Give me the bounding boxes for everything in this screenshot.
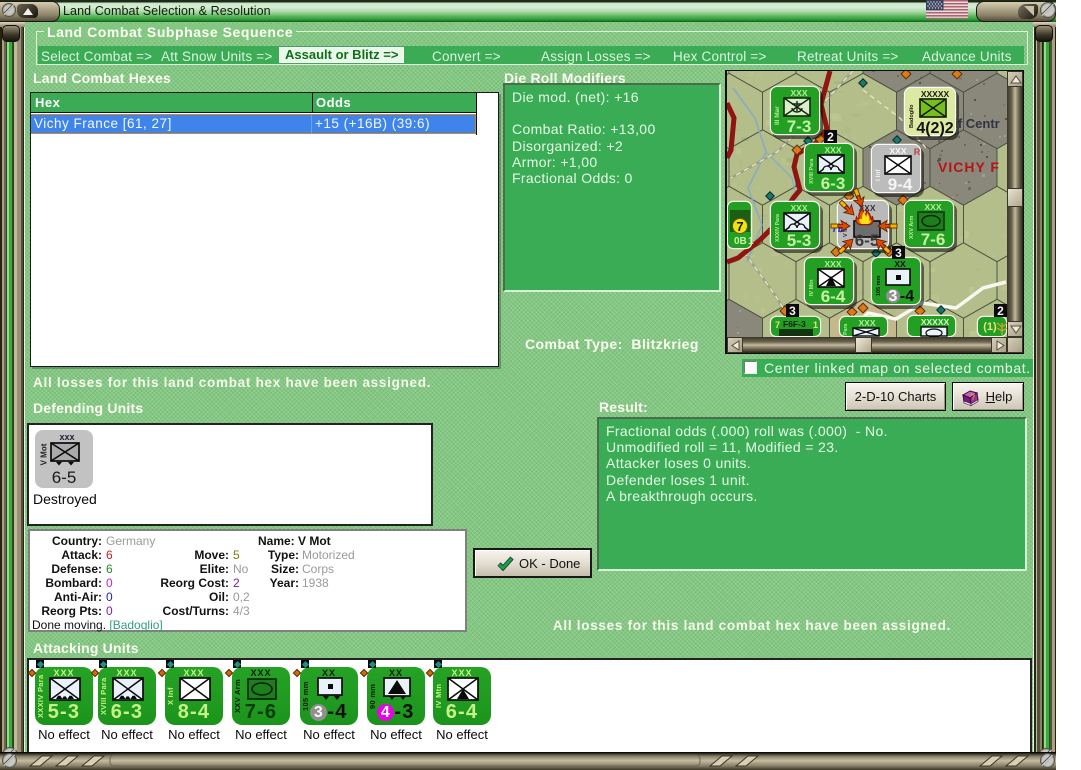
svg-text:XXXIV Para: XXXIV Para (775, 214, 781, 242)
svg-text:XXX: XXX (790, 203, 807, 213)
svg-text:XXX: XXX (924, 202, 941, 212)
svg-text:105 mm: 105 mm (876, 275, 882, 296)
svg-text:2: 2 (997, 304, 1004, 318)
svg-text:XXX: XXX (824, 259, 841, 269)
svg-text:6-3: 6-3 (821, 174, 846, 193)
svg-text:XXX: XXX (889, 146, 906, 156)
svg-text:Badoglio: Badoglio (909, 104, 915, 128)
svg-text:3: 3 (789, 304, 796, 318)
svg-text:0B: 0B (734, 236, 747, 247)
svg-text:1: 1 (813, 320, 818, 330)
svg-text:XXXXX: XXXXX (921, 89, 950, 99)
svg-text:3: 3 (889, 288, 898, 305)
svg-text:XXX: XXX (858, 318, 875, 328)
svg-text:-4: -4 (900, 288, 914, 305)
svg-text:XXX: XXX (824, 145, 841, 155)
svg-text:XXV Arm: XXV Arm (909, 216, 915, 239)
svg-text:III Mar: III Mar (774, 106, 781, 125)
svg-text:7: 7 (775, 320, 780, 330)
svg-text:XX: XX (894, 259, 906, 269)
svg-text:1: 1 (748, 236, 754, 247)
svg-text:6-4: 6-4 (821, 287, 846, 306)
svg-text:7-3: 7-3 (787, 117, 812, 136)
svg-text:7: 7 (736, 219, 743, 234)
svg-text:I Inf: I Inf (875, 169, 882, 181)
svg-text:5-3: 5-3 (787, 231, 812, 250)
svg-text:R: R (914, 147, 921, 157)
svg-text:Para: Para (843, 324, 849, 335)
svg-text:IV Mtn: IV Mtn (809, 279, 815, 296)
svg-text:XXX: XXX (790, 88, 807, 98)
svg-text:(1): (1) (983, 321, 997, 333)
svg-text:6-5: 6-5 (855, 231, 880, 250)
svg-text:7-6: 7-6 (921, 230, 946, 249)
svg-text:XVIII Para: XVIII Para (809, 158, 815, 184)
svg-text:2: 2 (827, 130, 834, 144)
svg-text:F6F-3: F6F-3 (783, 319, 806, 329)
svg-text:9-4: 9-4 (888, 175, 913, 194)
svg-text:XXXXX: XXXXX (921, 317, 950, 327)
svg-text:4(2)2: 4(2)2 (916, 120, 953, 137)
svg-text:3: 3 (895, 246, 902, 260)
svg-text:VICHY F: VICHY F (938, 159, 1000, 175)
